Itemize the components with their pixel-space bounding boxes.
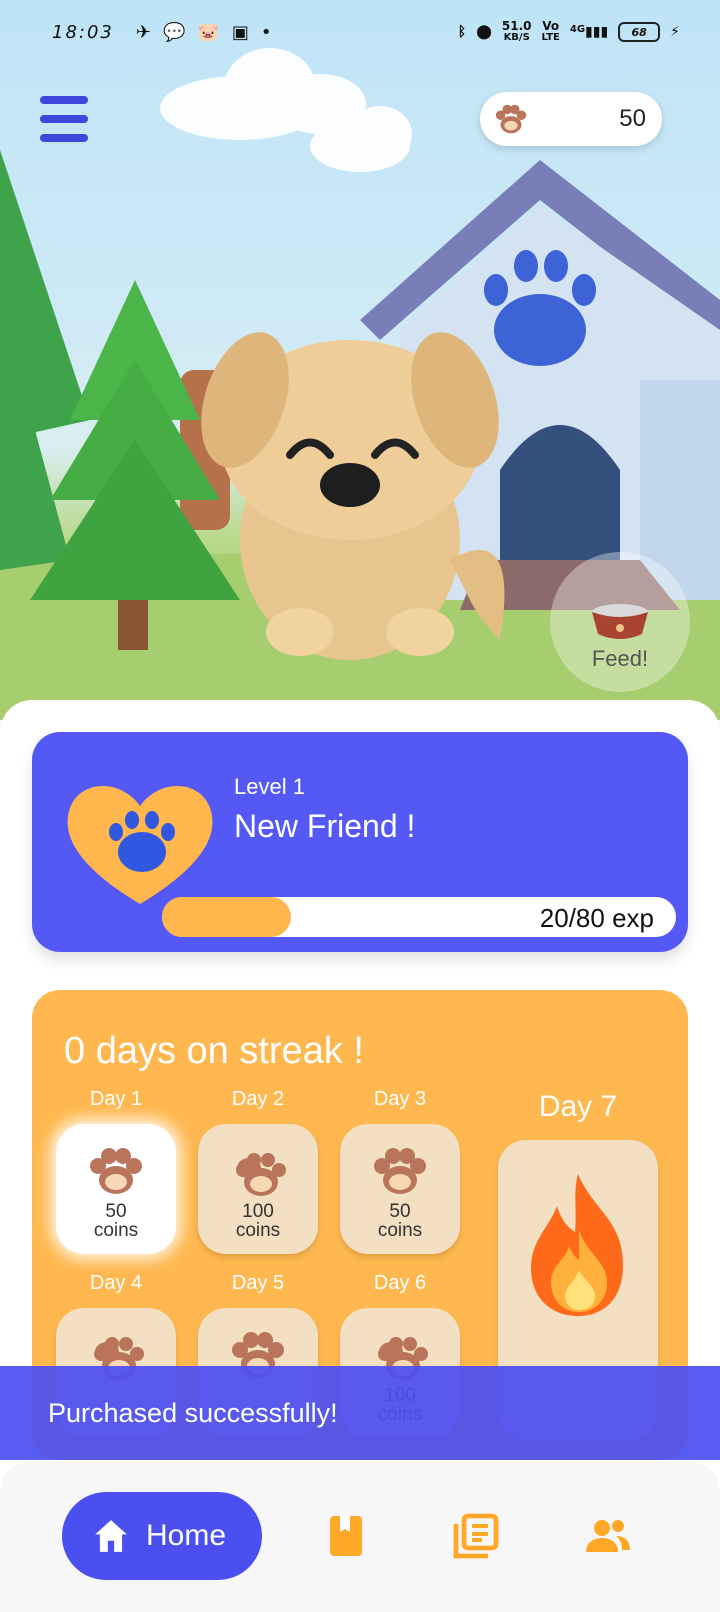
status-time: 18:03	[52, 21, 114, 43]
exp-progress-bar: 20/80 exp	[162, 897, 676, 937]
menu-button[interactable]	[40, 96, 88, 142]
day-1-reward[interactable]: 50 coins	[56, 1124, 176, 1254]
streak-title: 0 days on streak !	[64, 1030, 364, 1072]
day-2-reward[interactable]: 100 coins	[198, 1124, 318, 1254]
day-2-label: Day 2	[231, 1088, 285, 1110]
day-6-label: Day 6	[373, 1272, 427, 1294]
feed-label: Feed!	[591, 646, 649, 671]
messenger-icon: 💬	[162, 21, 186, 43]
signal-icon: 4G▮▮▮	[569, 24, 609, 40]
menu-bar	[40, 134, 88, 142]
status-notifications: ✈ 💬 🐷 ▣ •	[136, 22, 272, 43]
home-icon	[95, 1520, 127, 1552]
paw-coin-icon	[495, 104, 527, 134]
day-1-label: Day 1	[89, 1088, 143, 1110]
purchase-toast: Purchased successfully!	[0, 1366, 720, 1460]
day-7-label: Day 7	[538, 1090, 618, 1123]
menu-bar	[40, 96, 88, 104]
net-speed: 51.0 KB/S	[501, 19, 532, 43]
day-3-label: Day 3	[373, 1088, 427, 1110]
book-icon[interactable]	[322, 1512, 370, 1560]
fire-icon	[531, 1174, 623, 1316]
day-3-reward[interactable]: 50 coins	[340, 1124, 460, 1254]
charging-icon: ⚡	[670, 24, 680, 40]
level-card: Level 1 New Friend ! 20/80 exp	[32, 732, 688, 952]
more-notifications-icon: •	[260, 21, 272, 43]
teams-icon: ▣	[231, 21, 249, 43]
double-paw-coin-icon	[236, 1153, 286, 1196]
food-bowl-icon	[592, 604, 648, 639]
day-5-label: Day 5	[231, 1272, 285, 1294]
exp-progress-fill	[162, 897, 291, 937]
bottom-navigation: Home	[0, 1462, 720, 1612]
bluetooth-icon: ᛒ	[457, 24, 467, 40]
coin-balance: 50	[480, 92, 662, 146]
nav-home-button[interactable]: Home	[62, 1492, 262, 1580]
nav-home-label: Home	[146, 1519, 227, 1552]
friends-icon[interactable]	[584, 1512, 632, 1560]
paw-coin-icon	[374, 1148, 426, 1194]
location-icon: ⬤	[476, 24, 492, 40]
menu-bar	[40, 115, 88, 123]
news-icon[interactable]	[452, 1512, 500, 1560]
volte-indicator: Vo LTE	[541, 19, 560, 43]
status-system: ᛒ ⬤ 51.0 KB/S Vo LTE 4G▮▮▮ 68 ⚡	[458, 20, 680, 44]
status-bar: 18:03 ✈ 💬 🐷 ▣ • ᛒ ⬤ 51.0 KB/S Vo LTE 4G▮…	[0, 0, 720, 64]
toast-message: Purchased successfully!	[48, 1397, 338, 1428]
feed-button[interactable]: Feed!	[550, 552, 690, 692]
exp-text: 20/80 exp	[539, 903, 654, 933]
pet-scene: 18:03 ✈ 💬 🐷 ▣ • ᛒ ⬤ 51.0 KB/S Vo LTE 4G▮…	[0, 0, 720, 720]
coin-count: 50	[619, 105, 646, 132]
level-label: Level 1	[234, 774, 305, 799]
paw-coin-icon	[90, 1148, 142, 1194]
telegram-icon: ✈	[135, 21, 151, 43]
level-title: New Friend !	[234, 808, 416, 844]
day-4-label: Day 4	[89, 1272, 143, 1294]
piggy-icon: 🐷	[197, 21, 220, 43]
battery-icon: 68	[618, 22, 661, 42]
heart-paw-icon	[67, 785, 213, 904]
